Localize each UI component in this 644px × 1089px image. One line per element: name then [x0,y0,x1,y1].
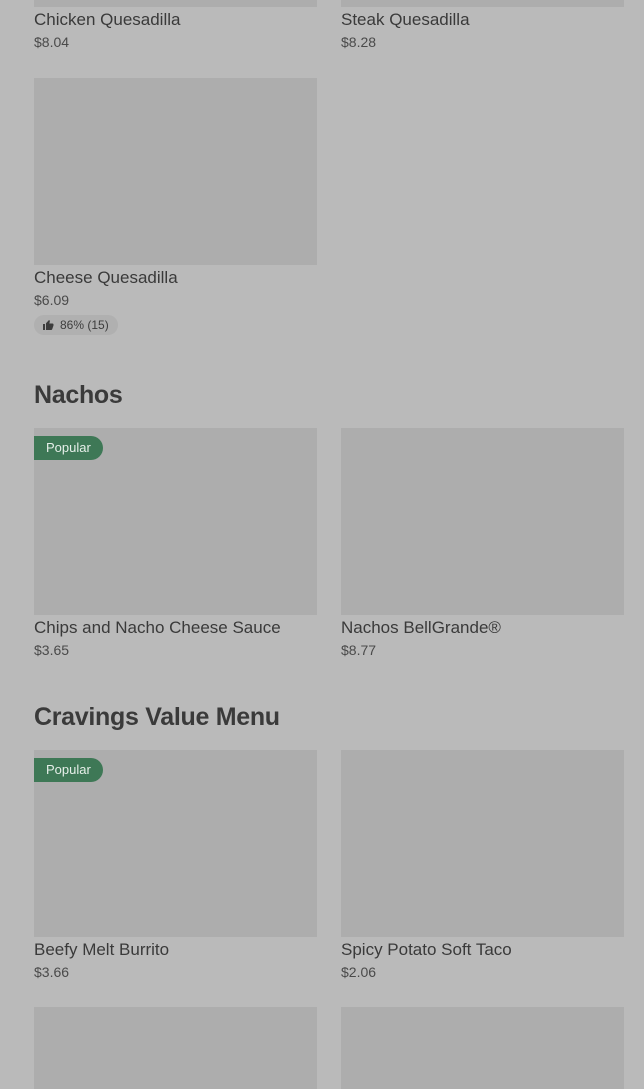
menu-item-card[interactable]: Chicken Quesadilla $8.04 [34,0,317,51]
menu-item-price: $8.28 [341,34,377,50]
menu-item-image [34,1007,317,1089]
menu-item-name: Steak Quesadilla [341,10,470,29]
menu-item-image [341,1007,624,1089]
menu-item-price: $2.06 [341,964,377,980]
section-title-cravings: Cravings Value Menu [34,703,280,731]
menu-item-name: Nachos BellGrande® [341,618,501,637]
menu-item-card[interactable]: Popular Beefy Melt Burrito $3.66 [34,750,317,981]
menu-item-name: Chicken Quesadilla [34,10,181,29]
popular-badge: Popular [34,436,103,460]
menu-item-name: Cheese Quesadilla [34,268,178,287]
menu-item-image [34,0,317,7]
thumbs-up-icon [43,320,54,330]
menu-item-card[interactable]: Spicy Potato Soft Taco $2.06 [341,750,624,981]
menu-item-price: $3.66 [34,964,70,980]
menu-item-price: $6.09 [34,292,70,308]
rating-badge: 86% (15) [34,315,118,335]
menu-item-price: $8.77 [341,642,377,658]
menu-item-name: Spicy Potato Soft Taco [341,940,512,959]
menu-item-card[interactable]: Popular Chips and Nacho Cheese Sauce $3.… [34,428,317,659]
menu-item-card[interactable] [341,1007,624,1089]
menu-item-image [341,750,624,937]
menu-item-card[interactable]: Nachos BellGrande® $8.77 [341,428,624,659]
menu-item-image [341,0,624,7]
menu-item-image [341,428,624,615]
menu-item-card[interactable]: Steak Quesadilla $8.28 [341,0,624,51]
section-title-nachos: Nachos [34,381,123,409]
menu-item-image: Popular [34,750,317,937]
popular-badge: Popular [34,758,103,782]
menu-item-card[interactable] [34,1007,317,1089]
menu-item-price: $8.04 [34,34,70,50]
menu-item-image [34,78,317,265]
rating-text: 86% (15) [60,318,109,332]
menu-item-name: Chips and Nacho Cheese Sauce [34,618,281,637]
menu-item-price: $3.65 [34,642,70,658]
menu-item-name: Beefy Melt Burrito [34,940,170,959]
menu-item-image: Popular [34,428,317,615]
menu-item-card[interactable]: Cheese Quesadilla $6.09 86% (15) [34,78,317,336]
